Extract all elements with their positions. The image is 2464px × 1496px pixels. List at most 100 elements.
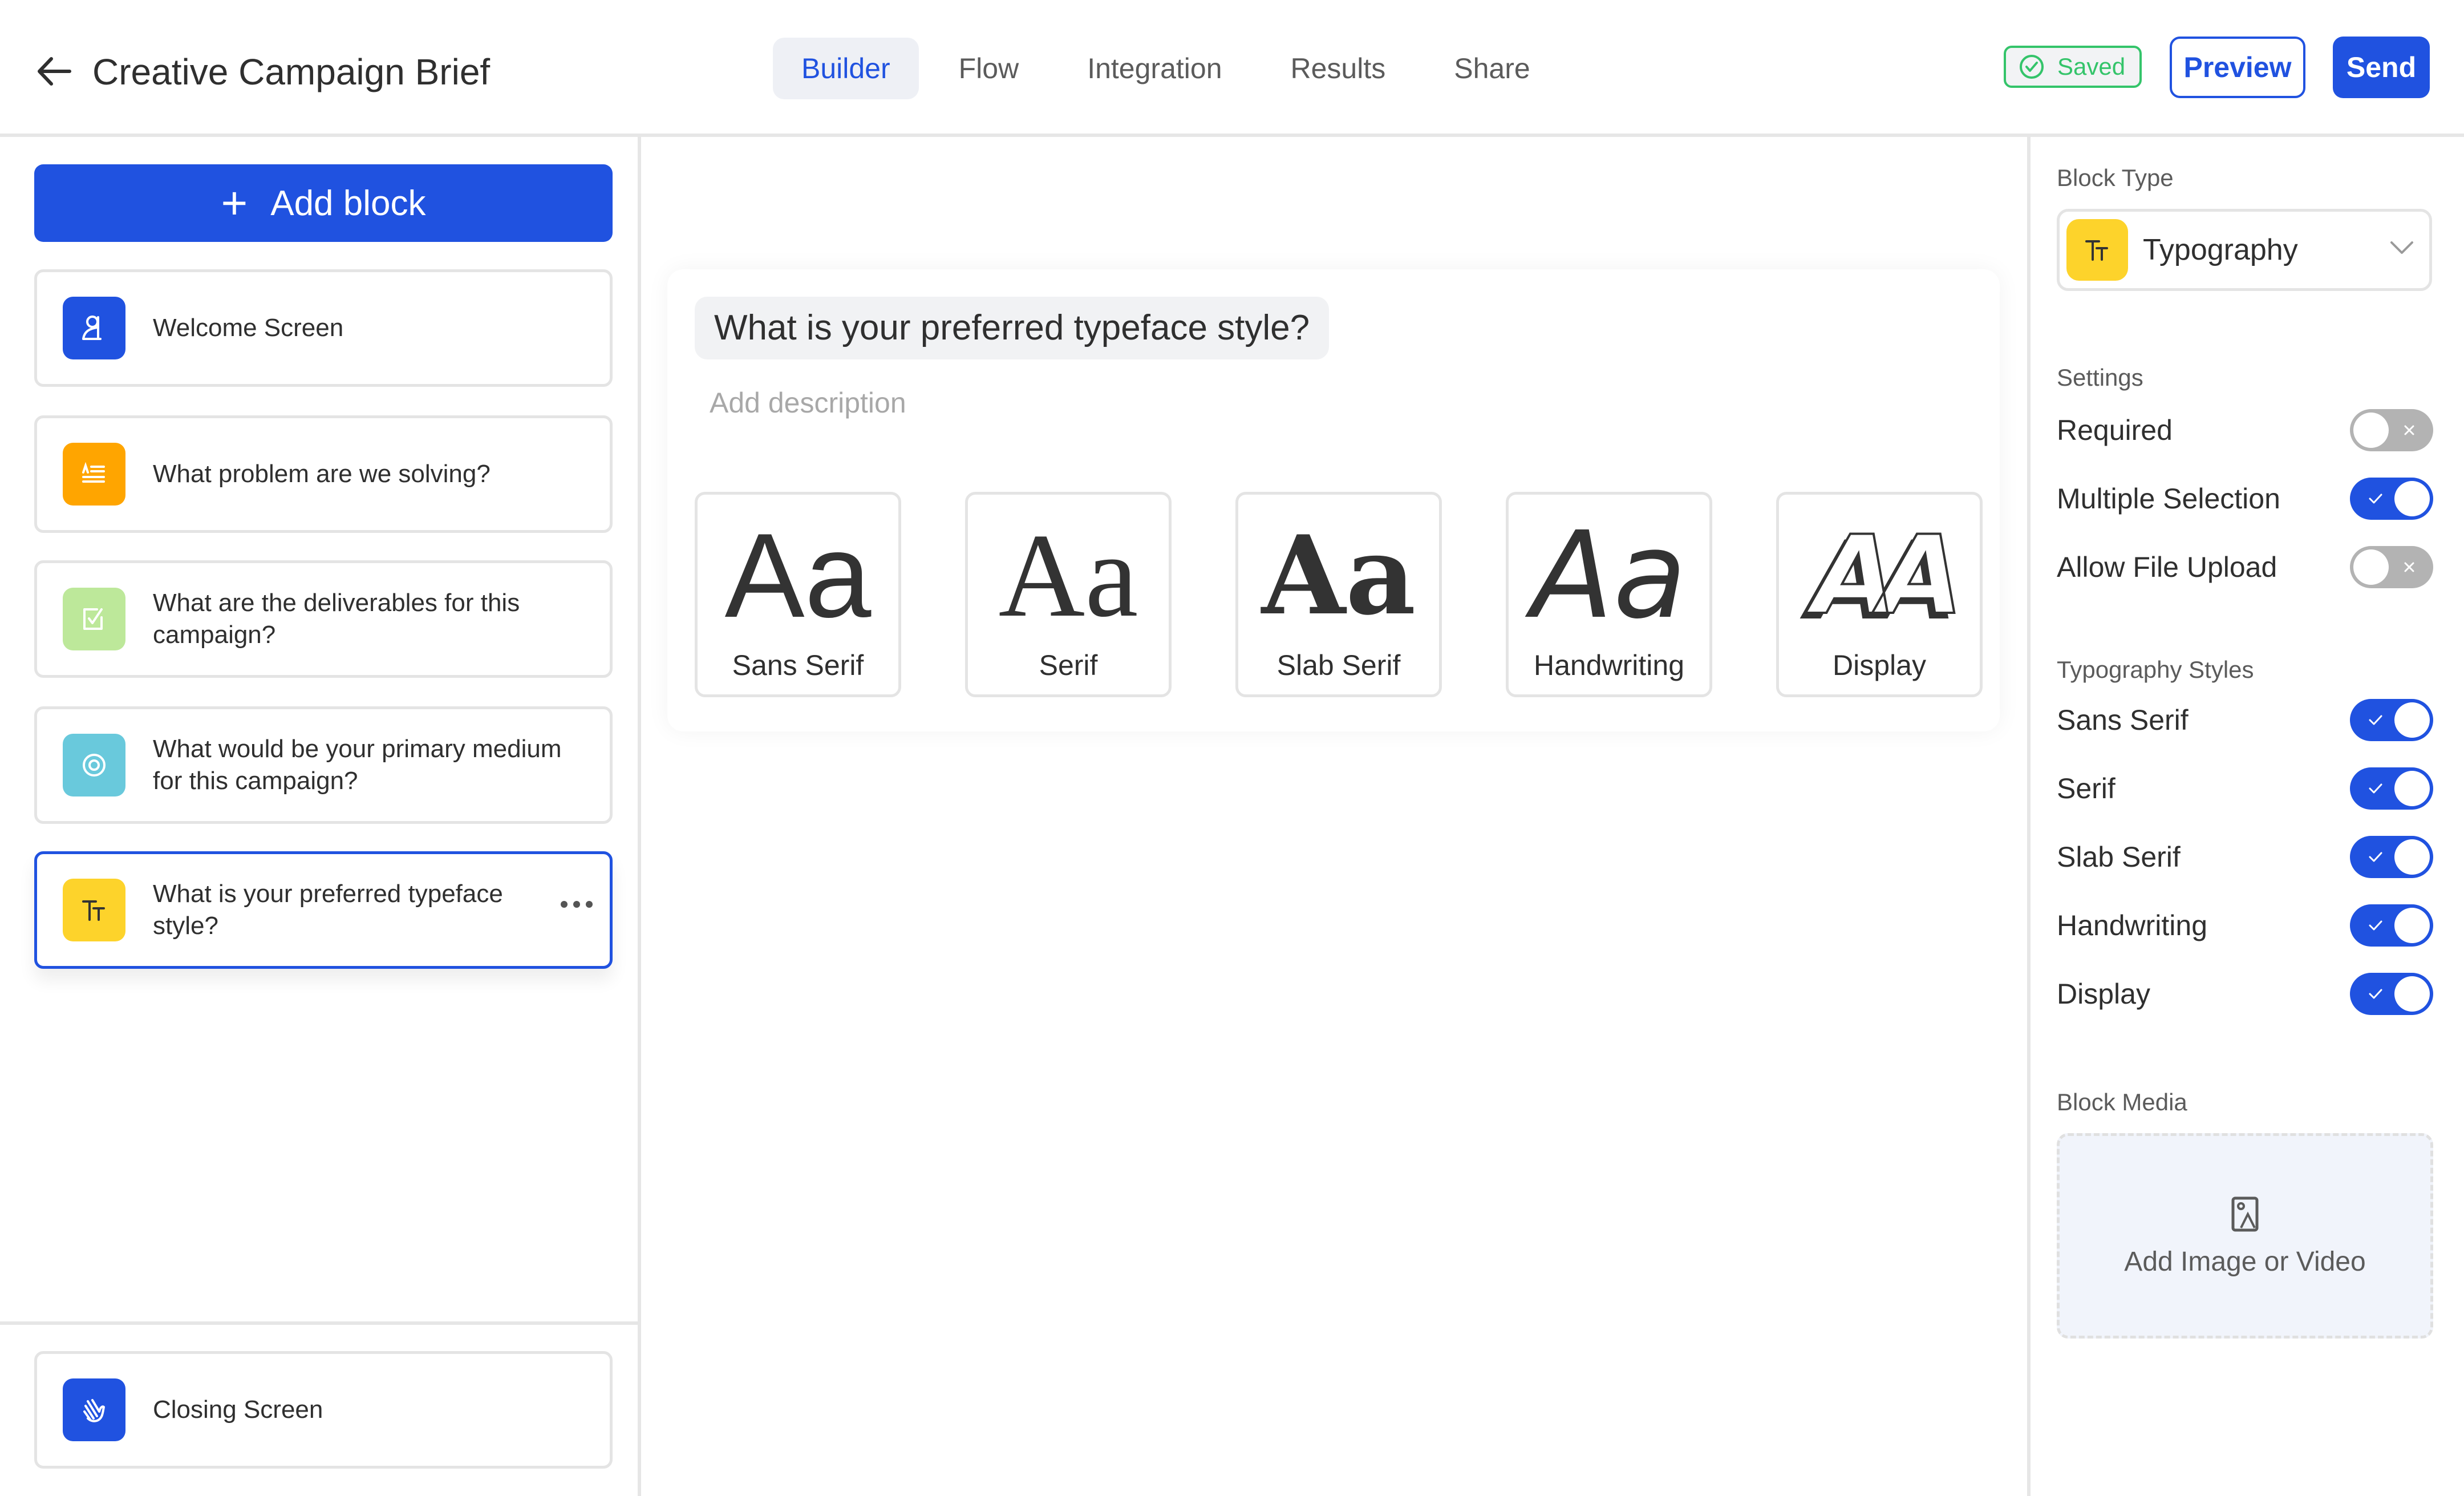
block-item-medium[interactable]: What would be your primary medium for th…: [34, 706, 613, 824]
tab-builder[interactable]: Builder: [773, 38, 919, 99]
typography-style-row: Serif: [2057, 766, 2433, 811]
welcome-icon: [63, 297, 125, 359]
properties-panel: Block Type Typography Settings Required M…: [2027, 137, 2464, 1496]
form-title: Creative Campaign Brief: [92, 51, 491, 92]
typography-style-row: Display: [2057, 971, 2433, 1017]
typography-style-label: Serif: [2057, 773, 2116, 804]
typography-style-label: Display: [2057, 978, 2150, 1010]
option-label: Display: [1833, 649, 1926, 681]
block-type-value: Typography: [2143, 233, 2298, 266]
toggle-knob: [2353, 413, 2389, 448]
add-block-label: Add block: [270, 183, 426, 223]
long-text-icon: [63, 443, 125, 506]
tab-share[interactable]: Share: [1425, 38, 1558, 99]
setting-label: Multiple Selection: [2057, 483, 2280, 515]
typography-style-row: Sans Serif: [2057, 697, 2433, 743]
block-label: What is your preferred typeface style?: [153, 880, 503, 940]
block-item-closing[interactable]: Closing Screen: [34, 1351, 613, 1469]
option-sans-serif[interactable]: Aa Sans Serif: [695, 492, 901, 697]
block-item-welcome[interactable]: Welcome Screen: [34, 269, 613, 387]
tab-integration[interactable]: Integration: [1059, 38, 1250, 99]
image-icon: [2231, 1196, 2259, 1231]
option-glyph: Aa: [1531, 506, 1687, 645]
option-serif[interactable]: Aa Serif: [965, 492, 1172, 697]
typography-style-row: Handwriting: [2057, 903, 2433, 948]
check-icon: [2368, 904, 2383, 947]
arrow-left-icon: [38, 57, 71, 86]
description-input[interactable]: Add description: [710, 386, 906, 419]
typography-style-toggle[interactable]: [2350, 904, 2433, 947]
add-media-dropzone[interactable]: Add Image or Video: [2057, 1133, 2433, 1339]
option-display[interactable]: AA Display: [1776, 492, 1983, 697]
typography-style-label: Sans Serif: [2057, 704, 2189, 736]
toggle-knob: [2394, 702, 2430, 738]
block-label: Closing Screen: [153, 1396, 323, 1424]
option-label: Serif: [1039, 649, 1098, 681]
block-type-select[interactable]: Typography: [2057, 209, 2432, 291]
option-handwriting[interactable]: Aa Handwriting: [1506, 492, 1712, 697]
block-item-deliverables[interactable]: What are the deliverables for this campa…: [34, 560, 613, 678]
toggle-knob: [2353, 549, 2389, 585]
typography-styles-heading: Typography Styles: [2057, 656, 2254, 683]
toggle-knob: [2394, 839, 2430, 875]
question-title-input[interactable]: What is your preferred typeface style?: [695, 297, 1330, 359]
saved-status-badge: Saved: [2004, 46, 2142, 88]
settings-heading: Settings: [2057, 364, 2143, 391]
toggle-knob: [2394, 481, 2430, 516]
block-item-typeface[interactable]: What is your preferred typeface style?: [34, 851, 613, 969]
typography-style-toggle[interactable]: [2350, 699, 2433, 741]
check-icon: [2368, 836, 2383, 878]
toggle-knob: [2394, 908, 2430, 943]
send-button[interactable]: Send: [2333, 37, 2430, 98]
setting-label: Allow File Upload: [2057, 551, 2277, 583]
radio-icon: [63, 734, 125, 796]
x-icon: [2404, 546, 2415, 588]
check-icon: [2368, 767, 2383, 810]
block-media-heading: Block Media: [2057, 1089, 2187, 1115]
toggle-knob: [2394, 771, 2430, 806]
tab-flow[interactable]: Flow: [930, 38, 1048, 99]
check-icon: [2368, 478, 2383, 520]
typography-icon: [2066, 219, 2128, 281]
option-glyph: Aa: [724, 508, 872, 642]
checkbox-icon: [63, 588, 125, 650]
typography-style-row: Slab Serif: [2057, 834, 2433, 880]
check-circle-icon: [2020, 55, 2044, 79]
saved-label: Saved: [2057, 53, 2126, 80]
option-glyph: Aa: [998, 510, 1138, 642]
chevron-down-icon: [2390, 241, 2413, 254]
typography-style-toggle[interactable]: [2350, 767, 2433, 810]
tab-results[interactable]: Results: [1262, 38, 1415, 99]
setting-toggle[interactable]: [2350, 409, 2433, 451]
preview-button[interactable]: Preview: [2170, 37, 2305, 98]
typeface-options: Aa Sans Serif Aa Serif Aa Slab Serif Aa …: [695, 492, 1983, 697]
setting-row: Multiple Selection: [2057, 476, 2433, 521]
back-button[interactable]: [34, 54, 74, 88]
option-label: Handwriting: [1533, 649, 1684, 681]
block-label: What problem are we solving?: [153, 460, 491, 488]
option-glyph: AA: [1811, 512, 1964, 638]
option-slab-serif[interactable]: Aa Slab Serif: [1235, 492, 1442, 697]
typography-style-label: Slab Serif: [2057, 841, 2181, 873]
typography-icon: [63, 879, 125, 941]
wave-hand-icon: [63, 1378, 125, 1441]
block-item-problem[interactable]: What problem are we solving?: [34, 415, 613, 533]
x-icon: [2404, 409, 2415, 451]
block-type-heading: Block Type: [2057, 164, 2174, 191]
more-options-icon[interactable]: [561, 901, 593, 908]
builder-canvas: What is your preferred typeface style? A…: [641, 137, 2027, 1496]
top-bar: Creative Campaign Brief Builder Flow Int…: [0, 0, 2464, 137]
setting-toggle[interactable]: [2350, 546, 2433, 588]
block-label: What would be your primary medium for th…: [153, 735, 562, 795]
typography-style-toggle[interactable]: [2350, 973, 2433, 1015]
typography-style-toggle[interactable]: [2350, 836, 2433, 878]
block-label: What are the deliverables for this campa…: [153, 589, 520, 649]
plus-icon: +: [221, 177, 248, 228]
setting-toggle[interactable]: [2350, 478, 2433, 520]
typography-style-label: Handwriting: [2057, 909, 2208, 941]
add-media-label: Add Image or Video: [2124, 1246, 2366, 1277]
sidebar-divider: [0, 1321, 638, 1325]
check-icon: [2368, 699, 2383, 741]
add-block-button[interactable]: + Add block: [34, 164, 613, 242]
setting-row: Allow File Upload: [2057, 544, 2433, 590]
